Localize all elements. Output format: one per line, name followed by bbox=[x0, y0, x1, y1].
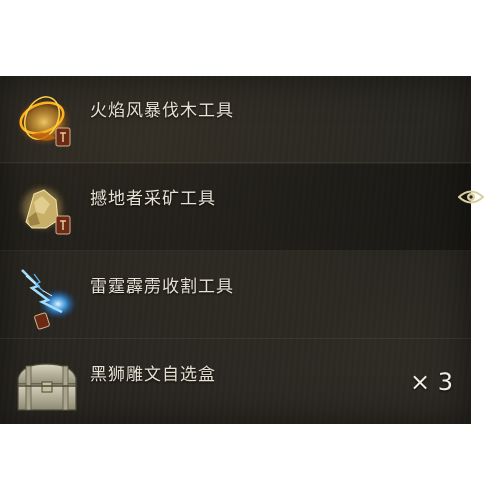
quantity-label: × 3 bbox=[410, 368, 454, 396]
item-name: 黑狮雕文自选盒 bbox=[90, 365, 216, 385]
eye-icon[interactable] bbox=[458, 188, 484, 206]
list-item-earthshaker-mining-tool[interactable]: 撼地者采矿工具 bbox=[0, 164, 484, 251]
earth-crystal-pickaxe-icon bbox=[16, 182, 71, 235]
list-item-fire-storm-logging-tool[interactable]: 火焰风暴伐木工具 bbox=[0, 76, 471, 163]
fire-ring-axe-icon bbox=[16, 96, 72, 147]
list-item-thunder-harvesting-tool[interactable]: 雷霆霹雳收割工具 bbox=[0, 252, 471, 339]
item-name: 撼地者采矿工具 bbox=[90, 189, 216, 209]
item-list-panel: 火焰风暴伐木工具 撼地者采矿工具 雷霆霹雳收割工具 黑狮雕文自选盒 × 3 bbox=[0, 76, 484, 424]
treasure-chest-icon bbox=[17, 363, 77, 411]
item-name: 雷霆霹雳收割工具 bbox=[90, 277, 234, 297]
item-name: 火焰风暴伐木工具 bbox=[90, 101, 234, 121]
lightning-sickle-icon bbox=[21, 269, 78, 330]
list-item-black-lion-glyph-box[interactable]: 黑狮雕文自选盒 × 3 bbox=[0, 340, 471, 424]
